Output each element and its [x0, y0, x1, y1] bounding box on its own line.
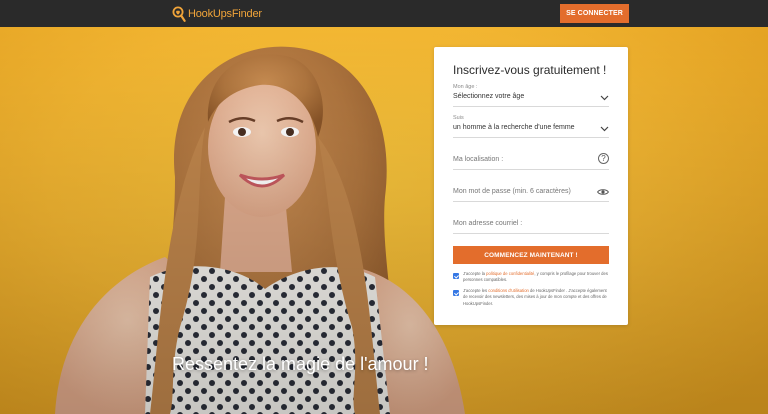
password-placeholder: Mon mot de passe (min. 6 caractères) — [453, 188, 571, 195]
terms-consent-text: J'accepte les conditions d'utilisation d… — [463, 288, 611, 307]
hero-caption: Ressentez la magie de l'amour ! — [172, 354, 429, 374]
start-now-button[interactable]: COMMENCEZ MAINTENANT ! — [453, 246, 609, 264]
privacy-consent-prefix: J'accepte la — [463, 271, 487, 276]
brand-name: HookUpsFinder — [188, 8, 262, 20]
seeking-label: Suis — [453, 115, 464, 121]
login-button[interactable]: SE CONNECTER — [560, 4, 629, 23]
privacy-checkbox[interactable] — [453, 273, 459, 279]
location-input[interactable]: Ma localisation : ? — [453, 151, 609, 170]
terms-consent-prefix: J'accepte les — [463, 288, 489, 293]
seeking-value: un homme à la recherche d'une femme — [453, 124, 575, 131]
consent-terms: J'accepte les conditions d'utilisation d… — [453, 288, 611, 307]
eye-icon[interactable] — [597, 188, 609, 196]
magnifier-heart-icon — [172, 6, 186, 22]
age-select[interactable]: Mon âge : Sélectionnez votre âge — [453, 84, 609, 107]
consent-privacy: J'accepte la politique de confidentialit… — [453, 271, 611, 284]
age-label: Mon âge : — [453, 84, 478, 90]
seeking-select[interactable]: Suis un homme à la recherche d'une femme — [453, 115, 609, 138]
password-input[interactable]: Mon mot de passe (min. 6 caractères) — [453, 183, 609, 202]
privacy-consent-text: J'accepte la politique de confidentialit… — [463, 271, 611, 284]
question-circle-icon[interactable]: ? — [598, 153, 609, 164]
email-input[interactable]: Mon adresse courriel : — [453, 215, 609, 234]
email-placeholder: Mon adresse courriel : — [453, 220, 523, 227]
chevron-down-icon — [600, 126, 609, 132]
terms-checkbox[interactable] — [453, 290, 459, 296]
age-value: Sélectionnez votre âge — [453, 93, 525, 100]
terms-of-use-link[interactable]: conditions d'utilisation — [488, 288, 529, 293]
hero-section: Ressentez la magie de l'amour ! — [0, 27, 768, 414]
form-title: Inscrivez-vous gratuitement ! — [453, 63, 607, 77]
top-header: HookUpsFinder SE CONNECTER — [0, 0, 768, 27]
location-placeholder: Ma localisation : — [453, 156, 504, 163]
signup-form: Inscrivez-vous gratuitement ! Mon âge : … — [434, 47, 628, 325]
privacy-policy-link[interactable]: politique de confidentialité — [486, 271, 534, 276]
chevron-down-icon — [600, 95, 609, 101]
brand-logo[interactable]: HookUpsFinder — [172, 5, 262, 23]
